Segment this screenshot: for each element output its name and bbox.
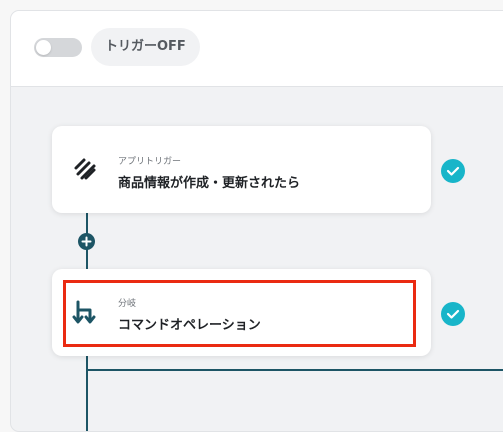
trigger-toggle[interactable] bbox=[34, 38, 82, 57]
squarespace-icon bbox=[72, 157, 98, 185]
flow-step-card-trigger[interactable]: アプリトリガー 商品情報が作成・更新されたら bbox=[52, 126, 431, 213]
branch-connector-line bbox=[86, 369, 503, 371]
step-complete-check-icon bbox=[441, 159, 465, 183]
highlight-box bbox=[63, 280, 416, 347]
step-title: 商品情報が作成・更新されたら bbox=[118, 176, 301, 191]
step-subtitle: アプリトリガー bbox=[118, 157, 182, 167]
flow-editor-panel: トリガーOFF アプリトリガー 商品情報が作成・更新されたら 分岐 コマンドオペ… bbox=[10, 10, 503, 432]
plus-icon bbox=[81, 236, 92, 247]
add-step-button[interactable] bbox=[78, 233, 95, 250]
trigger-status-label: トリガーOFF bbox=[91, 28, 200, 66]
toggle-knob bbox=[36, 40, 51, 55]
step-complete-check-icon bbox=[441, 302, 465, 326]
flow-header: トリガーOFF bbox=[11, 11, 503, 87]
